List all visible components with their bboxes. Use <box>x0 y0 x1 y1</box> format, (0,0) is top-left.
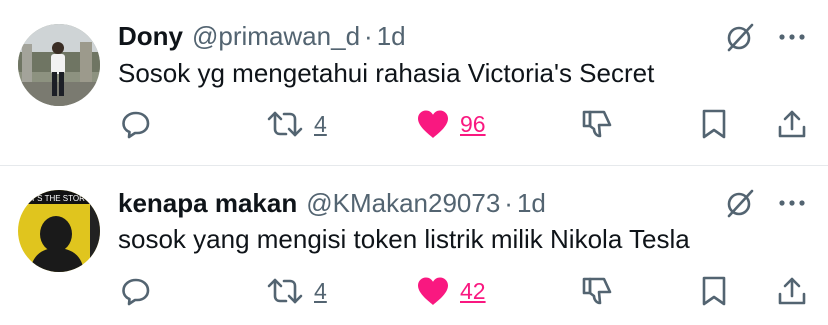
reply-icon <box>122 111 150 139</box>
action-bar: 4 96 <box>0 104 828 144</box>
share-button[interactable] <box>776 271 808 311</box>
retweet-icon <box>267 111 303 137</box>
more-icon[interactable] <box>776 188 808 218</box>
dislike-icon <box>582 110 612 138</box>
retweet-count: 4 <box>314 277 327 304</box>
reply-button[interactable] <box>120 271 152 311</box>
tweet[interactable]: Dony @primawan_d · 1d Sosok yg mengetahu… <box>0 0 828 166</box>
dislike-icon <box>582 277 612 305</box>
like-button[interactable]: 96 <box>416 104 486 144</box>
more-icon[interactable] <box>776 22 808 52</box>
author-name[interactable]: Dony <box>118 21 183 52</box>
avatar[interactable]: AT'S THE STORY <box>18 190 100 272</box>
author-handle[interactable]: @primawan_d <box>192 21 360 52</box>
bookmark-icon <box>702 109 726 139</box>
bookmark-button[interactable] <box>700 271 728 311</box>
share-icon <box>778 277 806 305</box>
tweet-text: Sosok yg mengetahui rahasia Victoria's S… <box>118 58 655 88</box>
retweet-button[interactable]: 4 <box>266 271 327 311</box>
author-name[interactable]: kenapa makan <box>118 188 297 219</box>
like-count: 42 <box>460 277 486 304</box>
separator: · <box>364 20 373 51</box>
timestamp[interactable]: 1d <box>377 21 406 52</box>
timestamp[interactable]: 1d <box>517 188 546 219</box>
bookmark-button[interactable] <box>700 104 728 144</box>
dislike-button[interactable] <box>580 271 614 311</box>
dislike-button[interactable] <box>580 104 614 144</box>
tweet-header: Dony @primawan_d · 1d <box>118 19 406 53</box>
grok-icon[interactable] <box>724 21 756 53</box>
tweet-header: kenapa makan @KMakan29073 · 1d <box>118 186 546 220</box>
divider <box>0 165 828 166</box>
grok-icon[interactable] <box>724 187 756 219</box>
reply-button[interactable] <box>120 104 152 144</box>
like-button[interactable]: 42 <box>416 271 486 311</box>
heart-icon <box>418 277 448 305</box>
author-handle[interactable]: @KMakan29073 <box>306 188 500 219</box>
heart-icon <box>418 110 448 138</box>
avatar[interactable] <box>18 24 100 106</box>
bookmark-icon <box>702 276 726 306</box>
avatar-caption: AT'S THE STORY <box>26 194 91 203</box>
separator: · <box>504 187 513 218</box>
reply-icon <box>122 278 150 306</box>
share-icon <box>778 110 806 138</box>
tweet-text: sosok yang mengisi token listrik milik N… <box>118 224 690 254</box>
action-bar: 4 42 <box>0 271 828 311</box>
share-button[interactable] <box>776 104 808 144</box>
retweet-icon <box>267 278 303 304</box>
tweet[interactable]: AT'S THE STORY kenapa makan @KMakan29073… <box>0 167 828 325</box>
like-count: 96 <box>460 110 486 137</box>
retweet-button[interactable]: 4 <box>266 104 327 144</box>
retweet-count: 4 <box>314 110 327 137</box>
